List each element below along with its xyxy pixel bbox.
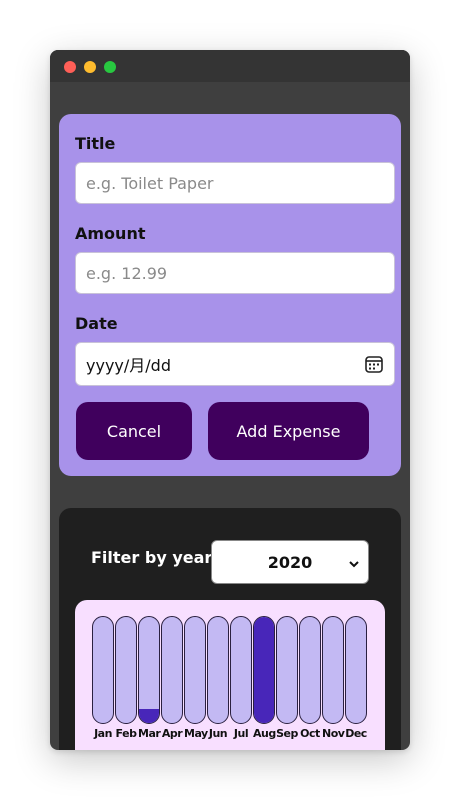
- chart-bar-jan: [92, 616, 114, 724]
- expenses-chart: Jan Feb Mar Apr May Jun Jul Aug Sep Oct Nov Dec: [75, 600, 385, 750]
- chart-tick-label: Dec: [345, 727, 367, 740]
- chart-bar-may: [184, 616, 206, 724]
- chart-bar-oct: [299, 616, 321, 724]
- chart-bar-fill-mar: [139, 709, 159, 723]
- year-select[interactable]: 2020: [211, 540, 369, 584]
- new-expense-form: Title Amount Date yyyy/月/dd Cancel Add E…: [59, 114, 401, 476]
- chart-bar-sep: [276, 616, 298, 724]
- chart-bar-column-jun: Jun: [207, 616, 229, 740]
- chart-tick-label: Feb: [115, 727, 137, 740]
- chart-bar-aug: [253, 616, 275, 724]
- chart-bar-nov: [322, 616, 344, 724]
- amount-input[interactable]: [75, 252, 395, 294]
- chart-tick-label: Apr: [161, 727, 183, 740]
- chart-tick-label: Mar: [138, 727, 161, 740]
- chart-tick-label: Jun: [208, 727, 228, 740]
- chart-bar-column-nov: Nov: [322, 616, 345, 740]
- chart-tick-label: Aug: [253, 727, 276, 740]
- chart-bar-column-sep: Sep: [276, 616, 298, 740]
- chart-bar-column-dec: Dec: [345, 616, 367, 740]
- chart-bar-column-aug: Aug: [253, 616, 276, 740]
- chart-tick-label: Jul: [233, 727, 249, 740]
- cancel-button[interactable]: Cancel: [76, 402, 192, 460]
- chart-bar-fill-aug: [254, 617, 274, 723]
- minimize-window-button[interactable]: [84, 61, 96, 73]
- app-window: Title Amount Date yyyy/月/dd Cancel Add E…: [50, 50, 410, 750]
- chart-bar-jun: [207, 616, 229, 724]
- date-value: yyyy/月/dd: [86, 356, 171, 375]
- year-select-value: 2020: [267, 552, 313, 572]
- window-titlebar: [50, 50, 410, 82]
- chart-bar-dec: [345, 616, 367, 724]
- calendar-icon[interactable]: [364, 354, 384, 374]
- chart-bar-column-may: May: [184, 616, 208, 740]
- chart-bar-column-jul: Jul: [230, 616, 252, 740]
- chart-bar-feb: [115, 616, 137, 724]
- expenses-panel: Filter by year 2020 Jan Feb Mar Apr May Jun Ju…: [59, 508, 401, 750]
- date-label: Date: [75, 314, 118, 333]
- chart-bar-column-mar: Mar: [138, 616, 161, 740]
- chart-tick-label: Oct: [300, 727, 320, 740]
- title-label: Title: [75, 134, 116, 153]
- chart-bar-column-feb: Feb: [115, 616, 137, 740]
- filter-label: Filter by year: [91, 548, 213, 567]
- chart-bar-column-jan: Jan: [92, 616, 114, 740]
- chart-tick-label: May: [184, 727, 208, 740]
- chart-bar-apr: [161, 616, 183, 724]
- chart-bar-column-apr: Apr: [161, 616, 183, 740]
- chart-bar-mar: [138, 616, 160, 724]
- chart-tick-label: Sep: [276, 727, 298, 740]
- maximize-window-button[interactable]: [104, 61, 116, 73]
- chart-bars: Jan Feb Mar Apr May Jun Jul Aug Sep Oct Nov Dec: [92, 616, 367, 740]
- chart-tick-label: Nov: [322, 727, 345, 740]
- chevron-down-icon: [348, 555, 360, 568]
- close-window-button[interactable]: [64, 61, 76, 73]
- date-input[interactable]: yyyy/月/dd: [75, 342, 395, 386]
- title-input[interactable]: [75, 162, 395, 204]
- chart-tick-label: Jan: [94, 727, 112, 740]
- amount-label: Amount: [75, 224, 146, 243]
- chart-bar-column-oct: Oct: [299, 616, 321, 740]
- chart-bar-jul: [230, 616, 252, 724]
- add-expense-button[interactable]: Add Expense: [208, 402, 369, 460]
